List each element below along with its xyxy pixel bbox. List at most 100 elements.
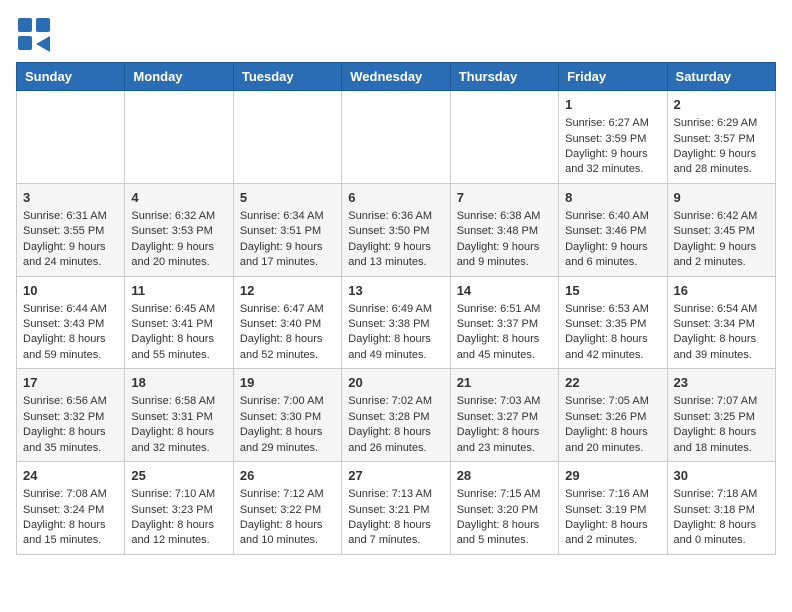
day-number: 26 xyxy=(240,467,335,485)
day-number: 13 xyxy=(348,282,443,300)
calendar-cell xyxy=(125,91,233,184)
day-info: Sunrise: 6:51 AM Sunset: 3:37 PM Dayligh… xyxy=(457,302,552,364)
calendar-body: 1 Sunrise: 6:27 AM Sunset: 3:59 PM Daylig… xyxy=(17,91,776,555)
day-info: Sunrise: 6:58 AM Sunset: 3:31 PM Dayligh… xyxy=(131,394,226,456)
day-info: Sunrise: 6:54 AM Sunset: 3:34 PM Dayligh… xyxy=(674,302,769,364)
calendar-cell: 17 Sunrise: 6:56 AM Sunset: 3:32 PM Dayli… xyxy=(17,369,125,462)
day-info: Sunrise: 6:47 AM Sunset: 3:40 PM Dayligh… xyxy=(240,302,335,364)
day-info: Sunrise: 6:34 AM Sunset: 3:51 PM Dayligh… xyxy=(240,209,335,271)
calendar-cell xyxy=(450,91,558,184)
calendar-cell: 6 Sunrise: 6:36 AM Sunset: 3:50 PM Daylig… xyxy=(342,183,450,276)
calendar-cell: 15 Sunrise: 6:53 AM Sunset: 3:35 PM Dayli… xyxy=(559,276,667,369)
day-number: 25 xyxy=(131,467,226,485)
calendar-cell: 10 Sunrise: 6:44 AM Sunset: 3:43 PM Dayli… xyxy=(17,276,125,369)
logo-icon xyxy=(16,16,52,52)
calendar-cell: 8 Sunrise: 6:40 AM Sunset: 3:46 PM Daylig… xyxy=(559,183,667,276)
day-info: Sunrise: 6:42 AM Sunset: 3:45 PM Dayligh… xyxy=(674,209,769,271)
day-info: Sunrise: 6:31 AM Sunset: 3:55 PM Dayligh… xyxy=(23,209,118,271)
day-info: Sunrise: 6:56 AM Sunset: 3:32 PM Dayligh… xyxy=(23,394,118,456)
day-info: Sunrise: 7:10 AM Sunset: 3:23 PM Dayligh… xyxy=(131,487,226,549)
day-info: Sunrise: 6:53 AM Sunset: 3:35 PM Dayligh… xyxy=(565,302,660,364)
calendar-cell: 18Sunrise: 6:58 AM Sunset: 3:31 PM Dayli… xyxy=(125,369,233,462)
calendar-cell: 27Sunrise: 7:13 AM Sunset: 3:21 PM Dayli… xyxy=(342,462,450,555)
calendar-cell: 22 Sunrise: 7:05 AM Sunset: 3:26 PM Dayli… xyxy=(559,369,667,462)
day-info: Sunrise: 7:00 AM Sunset: 3:30 PM Dayligh… xyxy=(240,394,335,456)
day-number: 22 xyxy=(565,374,660,392)
calendar-cell: 25 Sunrise: 7:10 AM Sunset: 3:23 PM Dayli… xyxy=(125,462,233,555)
calendar-header-sunday: Sunday xyxy=(17,63,125,91)
day-info: Sunrise: 7:05 AM Sunset: 3:26 PM Dayligh… xyxy=(565,394,660,456)
day-number: 7 xyxy=(457,189,552,207)
day-info: Sunrise: 7:18 AM Sunset: 3:18 PM Dayligh… xyxy=(674,487,769,549)
calendar-cell: 19 Sunrise: 7:00 AM Sunset: 3:30 PM Dayli… xyxy=(233,369,341,462)
day-number: 29 xyxy=(565,467,660,485)
day-number: 21 xyxy=(457,374,552,392)
day-number: 23 xyxy=(674,374,769,392)
day-info: Sunrise: 7:07 AM Sunset: 3:25 PM Dayligh… xyxy=(674,394,769,456)
calendar-cell: 3 Sunrise: 6:31 AM Sunset: 3:55 PM Daylig… xyxy=(17,183,125,276)
day-info: Sunrise: 7:03 AM Sunset: 3:27 PM Dayligh… xyxy=(457,394,552,456)
day-number: 2 xyxy=(674,96,769,114)
day-info: Sunrise: 6:44 AM Sunset: 3:43 PM Dayligh… xyxy=(23,302,118,364)
day-number: 4 xyxy=(131,189,226,207)
calendar-cell: 1 Sunrise: 6:27 AM Sunset: 3:59 PM Daylig… xyxy=(559,91,667,184)
logo xyxy=(16,16,54,52)
calendar-cell: 7 Sunrise: 6:38 AM Sunset: 3:48 PM Daylig… xyxy=(450,183,558,276)
calendar-week-2: 3 Sunrise: 6:31 AM Sunset: 3:55 PM Daylig… xyxy=(17,183,776,276)
calendar-header-friday: Friday xyxy=(559,63,667,91)
calendar-header-row: SundayMondayTuesdayWednesdayThursdayFrid… xyxy=(17,63,776,91)
day-info: Sunrise: 6:36 AM Sunset: 3:50 PM Dayligh… xyxy=(348,209,443,271)
calendar-cell: 30 Sunrise: 7:18 AM Sunset: 3:18 PM Dayli… xyxy=(667,462,775,555)
day-info: Sunrise: 6:29 AM Sunset: 3:57 PM Dayligh… xyxy=(674,116,769,178)
day-info: Sunrise: 7:16 AM Sunset: 3:19 PM Dayligh… xyxy=(565,487,660,549)
day-number: 10 xyxy=(23,282,118,300)
day-number: 17 xyxy=(23,374,118,392)
day-number: 11 xyxy=(131,282,226,300)
calendar-week-5: 24 Sunrise: 7:08 AM Sunset: 3:24 PM Dayli… xyxy=(17,462,776,555)
day-info: Sunrise: 7:08 AM Sunset: 3:24 PM Dayligh… xyxy=(23,487,118,549)
calendar-header-saturday: Saturday xyxy=(667,63,775,91)
day-number: 15 xyxy=(565,282,660,300)
day-number: 5 xyxy=(240,189,335,207)
calendar-cell xyxy=(342,91,450,184)
calendar-week-3: 10 Sunrise: 6:44 AM Sunset: 3:43 PM Dayli… xyxy=(17,276,776,369)
calendar-cell: 2 Sunrise: 6:29 AM Sunset: 3:57 PM Daylig… xyxy=(667,91,775,184)
calendar-cell xyxy=(17,91,125,184)
day-info: Sunrise: 6:45 AM Sunset: 3:41 PM Dayligh… xyxy=(131,302,226,364)
day-info: Sunrise: 6:38 AM Sunset: 3:48 PM Dayligh… xyxy=(457,209,552,271)
calendar-cell: 9 Sunrise: 6:42 AM Sunset: 3:45 PM Daylig… xyxy=(667,183,775,276)
calendar-cell: 13 Sunrise: 6:49 AM Sunset: 3:38 PM Dayli… xyxy=(342,276,450,369)
day-info: Sunrise: 7:12 AM Sunset: 3:22 PM Dayligh… xyxy=(240,487,335,549)
calendar-header-tuesday: Tuesday xyxy=(233,63,341,91)
calendar-header-monday: Monday xyxy=(125,63,233,91)
calendar-header-wednesday: Wednesday xyxy=(342,63,450,91)
day-number: 6 xyxy=(348,189,443,207)
day-number: 8 xyxy=(565,189,660,207)
calendar: SundayMondayTuesdayWednesdayThursdayFrid… xyxy=(16,62,776,555)
day-info: Sunrise: 7:02 AM Sunset: 3:28 PM Dayligh… xyxy=(348,394,443,456)
day-number: 9 xyxy=(674,189,769,207)
calendar-week-4: 17 Sunrise: 6:56 AM Sunset: 3:32 PM Dayli… xyxy=(17,369,776,462)
day-number: 28 xyxy=(457,467,552,485)
calendar-cell: 12Sunrise: 6:47 AM Sunset: 3:40 PM Dayli… xyxy=(233,276,341,369)
day-number: 19 xyxy=(240,374,335,392)
calendar-cell: 20 Sunrise: 7:02 AM Sunset: 3:28 PM Dayli… xyxy=(342,369,450,462)
calendar-cell: 14Sunrise: 6:51 AM Sunset: 3:37 PM Dayli… xyxy=(450,276,558,369)
day-number: 30 xyxy=(674,467,769,485)
day-number: 24 xyxy=(23,467,118,485)
day-number: 1 xyxy=(565,96,660,114)
calendar-cell: 29 Sunrise: 7:16 AM Sunset: 3:19 PM Dayli… xyxy=(559,462,667,555)
calendar-cell: 21 Sunrise: 7:03 AM Sunset: 3:27 PM Dayli… xyxy=(450,369,558,462)
calendar-cell: 11 Sunrise: 6:45 AM Sunset: 3:41 PM Dayli… xyxy=(125,276,233,369)
day-info: Sunrise: 6:49 AM Sunset: 3:38 PM Dayligh… xyxy=(348,302,443,364)
day-number: 20 xyxy=(348,374,443,392)
calendar-cell xyxy=(233,91,341,184)
day-info: Sunrise: 6:27 AM Sunset: 3:59 PM Dayligh… xyxy=(565,116,660,178)
calendar-week-1: 1 Sunrise: 6:27 AM Sunset: 3:59 PM Daylig… xyxy=(17,91,776,184)
day-number: 3 xyxy=(23,189,118,207)
day-info: Sunrise: 6:32 AM Sunset: 3:53 PM Dayligh… xyxy=(131,209,226,271)
calendar-cell: 5 Sunrise: 6:34 AM Sunset: 3:51 PM Daylig… xyxy=(233,183,341,276)
day-info: Sunrise: 7:13 AM Sunset: 3:21 PM Dayligh… xyxy=(348,487,443,549)
calendar-cell: 28Sunrise: 7:15 AM Sunset: 3:20 PM Dayli… xyxy=(450,462,558,555)
day-info: Sunrise: 6:40 AM Sunset: 3:46 PM Dayligh… xyxy=(565,209,660,271)
